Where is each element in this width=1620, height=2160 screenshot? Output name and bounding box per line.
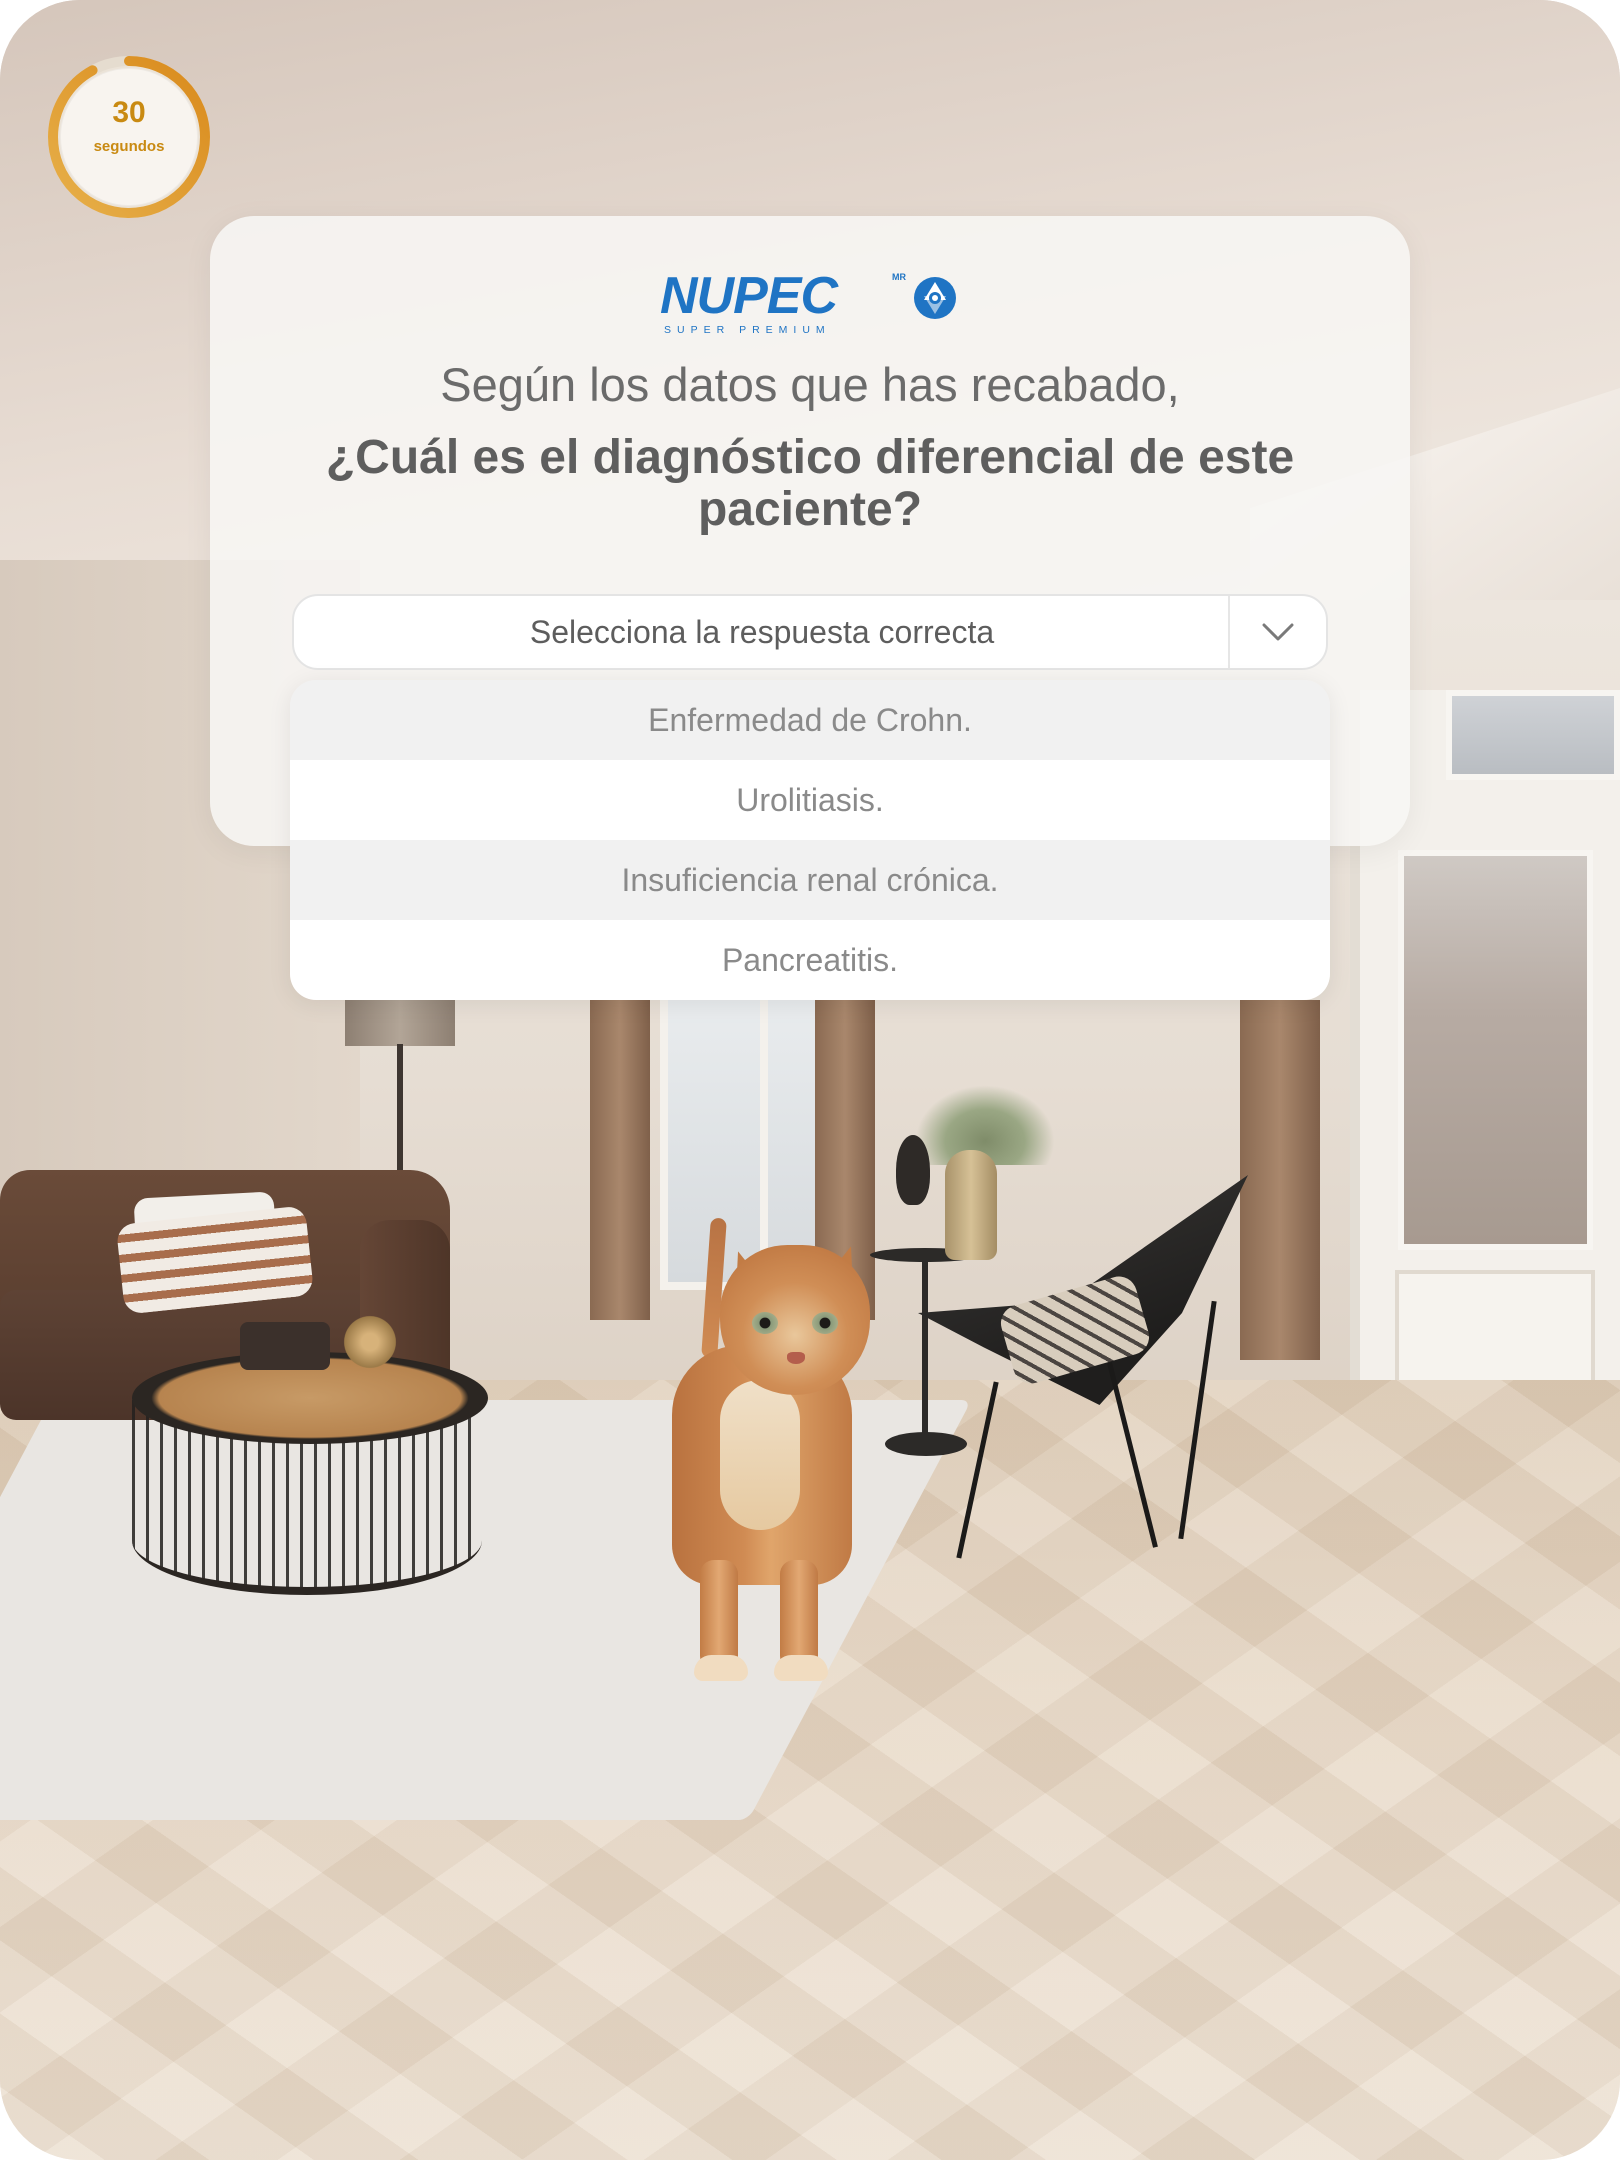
cat-paw xyxy=(774,1655,828,1681)
cat-nose xyxy=(787,1352,805,1364)
door-panel xyxy=(1395,1270,1595,1390)
brand-registered-mark: MR xyxy=(892,272,906,282)
dropdown-option[interactable]: Insuficiencia renal crónica. xyxy=(290,840,1330,920)
brand-tagline: SUPER PREMIUM xyxy=(664,324,831,336)
cat-chest xyxy=(720,1380,800,1530)
answer-dropdown[interactable]: Selecciona la respuesta correcta xyxy=(292,594,1328,670)
timer-value: 30 xyxy=(112,96,146,129)
chevron-down-icon[interactable] xyxy=(1230,596,1326,668)
side-table-foot xyxy=(885,1432,967,1456)
vase xyxy=(945,1150,997,1260)
dropdown-option[interactable]: Pancreatitis. xyxy=(290,920,1330,1000)
table-decor xyxy=(240,1322,330,1370)
brand-logo: NUPEC MR SUPER PREMIUM xyxy=(660,268,960,338)
dropdown-option[interactable]: Enfermedad de Crohn. xyxy=(290,680,1330,760)
floor-lamp xyxy=(345,998,455,1046)
screen: 30 segundos NUPEC MR SUPER PREMIUM Según… xyxy=(0,0,1620,2160)
countdown-timer: 30 segundos xyxy=(46,54,212,220)
sculpture xyxy=(896,1135,930,1205)
cat-head xyxy=(720,1245,870,1395)
cat-eye xyxy=(812,1312,838,1334)
cat-leg xyxy=(700,1560,738,1670)
curtain xyxy=(1240,1000,1320,1360)
dropdown-options-list: Enfermedad de Crohn. Urolitiasis. Insufi… xyxy=(290,680,1330,1000)
cat-leg xyxy=(780,1560,818,1670)
nupec-emblem-icon xyxy=(914,277,956,319)
side-table-leg xyxy=(922,1258,928,1438)
dropdown-option[interactable]: Urolitiasis. xyxy=(290,760,1330,840)
dropdown-placeholder[interactable]: Selecciona la respuesta correcta xyxy=(294,596,1230,668)
curtain xyxy=(590,1000,650,1320)
question-lead: Según los datos que has recabado, xyxy=(440,358,1180,411)
table-sphere xyxy=(340,1312,400,1372)
cat-eye xyxy=(752,1312,778,1334)
timer-face xyxy=(60,68,198,206)
brand-name: NUPEC xyxy=(660,267,838,325)
transom-window xyxy=(1446,690,1620,780)
door-glass xyxy=(1398,850,1593,1250)
timer-unit: segundos xyxy=(93,138,165,155)
question-title: ¿Cuál es el diagnóstico diferencial de e… xyxy=(325,431,1295,536)
cat-paw xyxy=(694,1655,748,1681)
